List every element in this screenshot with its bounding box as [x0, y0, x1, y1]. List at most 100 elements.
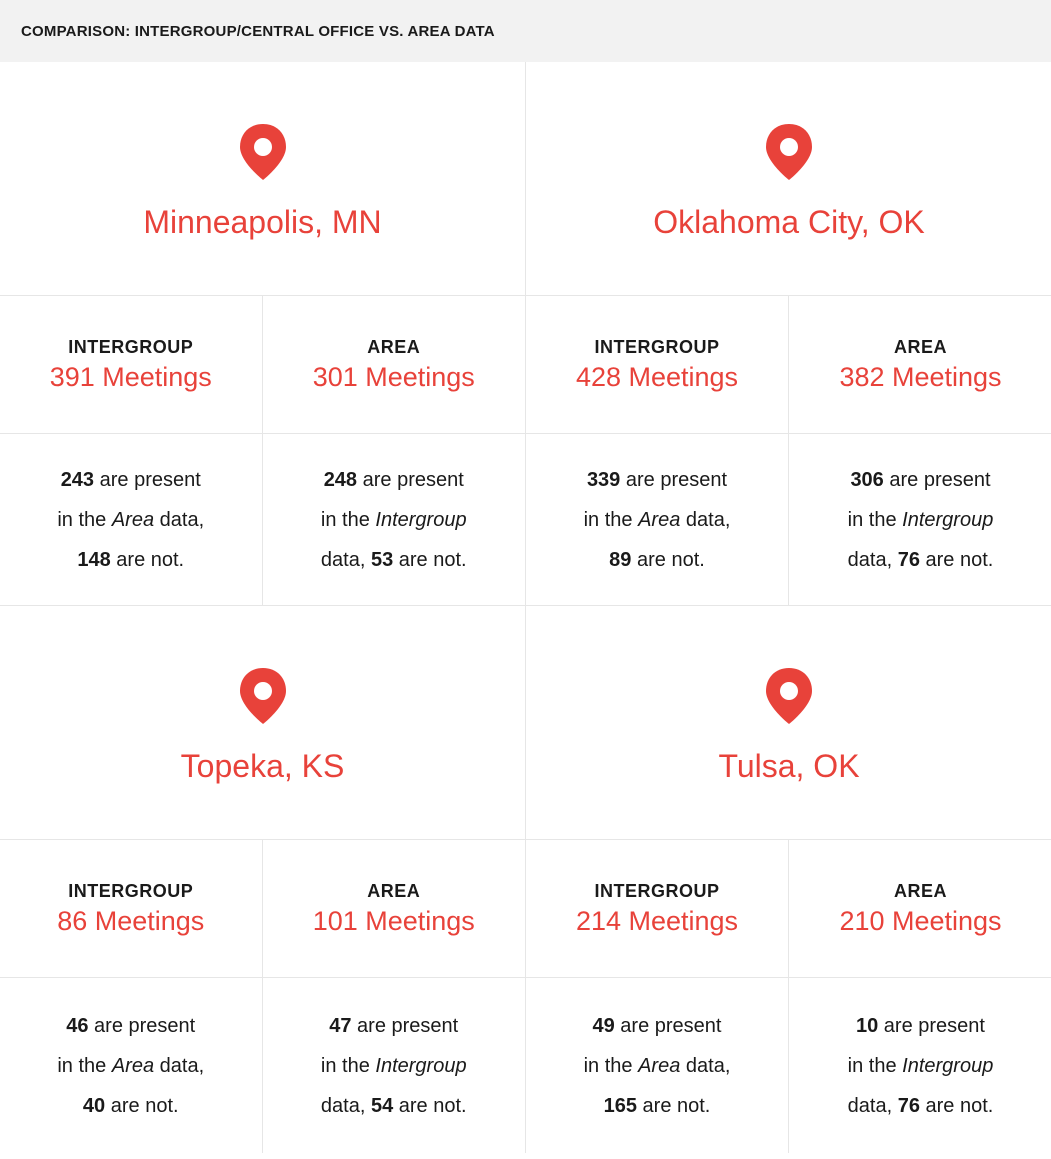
- presence-text: in the: [847, 508, 903, 531]
- presence-text: in the: [57, 1054, 112, 1077]
- presence-text: are not.: [110, 548, 185, 571]
- presence-text: in the: [583, 508, 639, 531]
- presence-text: data,: [847, 548, 898, 571]
- absent-count: 89: [609, 548, 632, 571]
- presence-text: are not.: [393, 548, 467, 571]
- present-count: 46: [66, 1014, 89, 1037]
- present-count: 47: [329, 1014, 352, 1037]
- presence-text: are not.: [393, 1094, 467, 1117]
- area-label: AREA: [367, 880, 421, 901]
- absent-count: 76: [897, 1094, 920, 1117]
- city-header: Topeka, KS: [0, 606, 525, 840]
- meeting-counts-row: INTERGROUP 214 Meetings AREA 210 Meeting…: [526, 840, 1051, 978]
- intergroup-presence-text: 243 are present in the Area data, 148 ar…: [0, 434, 263, 606]
- area-count-cell: AREA 101 Meetings: [262, 840, 525, 978]
- presence-text: are present: [883, 468, 991, 491]
- area-label: AREA: [893, 336, 947, 357]
- area-meetings: 101 Meetings: [312, 905, 475, 936]
- presence-text: data,: [680, 508, 731, 531]
- presence-row: 49 are present in the Area data, 165 are…: [526, 978, 1051, 1153]
- intergroup-presence-text: 339 are present in the Area data, 89 are…: [526, 434, 789, 606]
- map-pin-icon: [766, 124, 812, 180]
- intergroup-meetings: 214 Meetings: [575, 905, 739, 936]
- dataset-name: Intergroup: [902, 1054, 994, 1077]
- intergroup-presence-text: 49 are present in the Area data, 165 are…: [526, 978, 789, 1153]
- intergroup-count-cell: INTERGROUP 214 Meetings: [526, 840, 789, 978]
- city-name: Tulsa, OK: [718, 748, 860, 784]
- meeting-counts-row: INTERGROUP 428 Meetings AREA 382 Meeting…: [526, 296, 1051, 434]
- absent-count: 53: [370, 548, 394, 571]
- city-name: Oklahoma City, OK: [653, 204, 925, 240]
- map-pin-icon: [766, 668, 812, 724]
- presence-text: in the: [847, 1054, 903, 1077]
- area-label: AREA: [367, 336, 421, 357]
- presence-text: are not.: [105, 1094, 179, 1117]
- absent-count: 40: [82, 1094, 106, 1117]
- dataset-name: Intergroup: [902, 508, 994, 531]
- presence-text: are not.: [631, 548, 705, 571]
- area-presence-text: 47 are present in the Intergroup data, 5…: [263, 978, 526, 1153]
- presence-row: 243 are present in the Area data, 148 ar…: [0, 434, 525, 606]
- dataset-name: Area: [638, 508, 681, 531]
- presence-text: data,: [154, 1054, 205, 1077]
- presence-text: in the: [320, 1054, 376, 1077]
- city-header: Oklahoma City, OK: [526, 62, 1051, 296]
- absent-count: 76: [897, 548, 920, 571]
- absent-count: 148: [77, 548, 111, 571]
- intergroup-label: INTERGROUP: [594, 880, 720, 901]
- meeting-counts-row: INTERGROUP 391 Meetings AREA 301 Meeting…: [0, 296, 525, 434]
- present-count: 49: [592, 1014, 615, 1037]
- city-row: Topeka, KS INTERGROUP 86 Meetings AREA 1…: [0, 606, 1051, 1153]
- presence-row: 339 are present in the Area data, 89 are…: [526, 434, 1051, 606]
- meeting-counts-row: INTERGROUP 86 Meetings AREA 101 Meetings: [0, 840, 525, 978]
- area-presence-text: 248 are present in the Intergroup data, …: [262, 434, 525, 606]
- presence-text: in the: [583, 1054, 639, 1077]
- area-presence-text: 10 are present in the Intergroup data, 7…: [789, 978, 1051, 1153]
- area-meetings: 382 Meetings: [839, 361, 1002, 392]
- presence-text: are present: [351, 1014, 459, 1037]
- present-count: 248: [323, 468, 358, 491]
- city-row: Minneapolis, MN INTERGROUP 391 Meetings …: [0, 62, 1051, 606]
- intergroup-label: INTERGROUP: [68, 880, 194, 901]
- present-count: 243: [60, 468, 95, 491]
- presence-text: are not.: [919, 1094, 994, 1117]
- presence-text: are not.: [919, 548, 994, 571]
- presence-text: are present: [614, 1014, 722, 1037]
- intergroup-meetings: 86 Meetings: [57, 905, 205, 936]
- presence-text: are present: [94, 468, 201, 491]
- city-panel: Topeka, KS INTERGROUP 86 Meetings AREA 1…: [0, 606, 526, 1153]
- absent-count: 54: [370, 1094, 394, 1117]
- city-header: Tulsa, OK: [526, 606, 1051, 840]
- city-name: Topeka, KS: [180, 748, 345, 784]
- city-panel: Minneapolis, MN INTERGROUP 391 Meetings …: [0, 62, 526, 606]
- presence-text: in the: [320, 508, 376, 531]
- area-presence-text: 306 are present in the Intergroup data, …: [789, 434, 1051, 606]
- present-count: 306: [850, 468, 884, 491]
- area-count-cell: AREA 301 Meetings: [262, 296, 525, 434]
- presence-text: are not.: [636, 1094, 711, 1117]
- presence-text: in the: [57, 508, 112, 531]
- map-pin-icon: [239, 124, 286, 180]
- city-panel: Tulsa, OK INTERGROUP 214 Meetings AREA 2…: [526, 606, 1051, 1153]
- presence-text: data,: [847, 1094, 898, 1117]
- presence-text: are present: [88, 1014, 196, 1037]
- map-pin-icon: [239, 668, 286, 724]
- intergroup-count-cell: INTERGROUP 86 Meetings: [0, 840, 263, 978]
- presence-row: 46 are present in the Area data, 40 are …: [0, 978, 525, 1153]
- intergroup-label: INTERGROUP: [68, 336, 194, 357]
- presence-text: are present: [878, 1014, 985, 1037]
- presence-text: are present: [620, 468, 728, 491]
- presence-text: data,: [154, 508, 205, 531]
- city-name: Minneapolis, MN: [143, 204, 382, 240]
- presence-text: are present: [357, 468, 464, 491]
- city-header: Minneapolis, MN: [0, 62, 525, 296]
- presence-text: data,: [320, 548, 371, 571]
- presence-text: data,: [320, 1094, 371, 1117]
- intergroup-meetings: 391 Meetings: [49, 361, 212, 392]
- presence-text: data,: [680, 1054, 731, 1077]
- present-count: 339: [586, 468, 621, 491]
- dataset-name: Intergroup: [375, 1054, 467, 1077]
- dataset-name: Intergroup: [375, 508, 467, 531]
- comparison-grid: Minneapolis, MN INTERGROUP 391 Meetings …: [0, 62, 1051, 1153]
- area-count-cell: AREA 210 Meetings: [789, 840, 1051, 978]
